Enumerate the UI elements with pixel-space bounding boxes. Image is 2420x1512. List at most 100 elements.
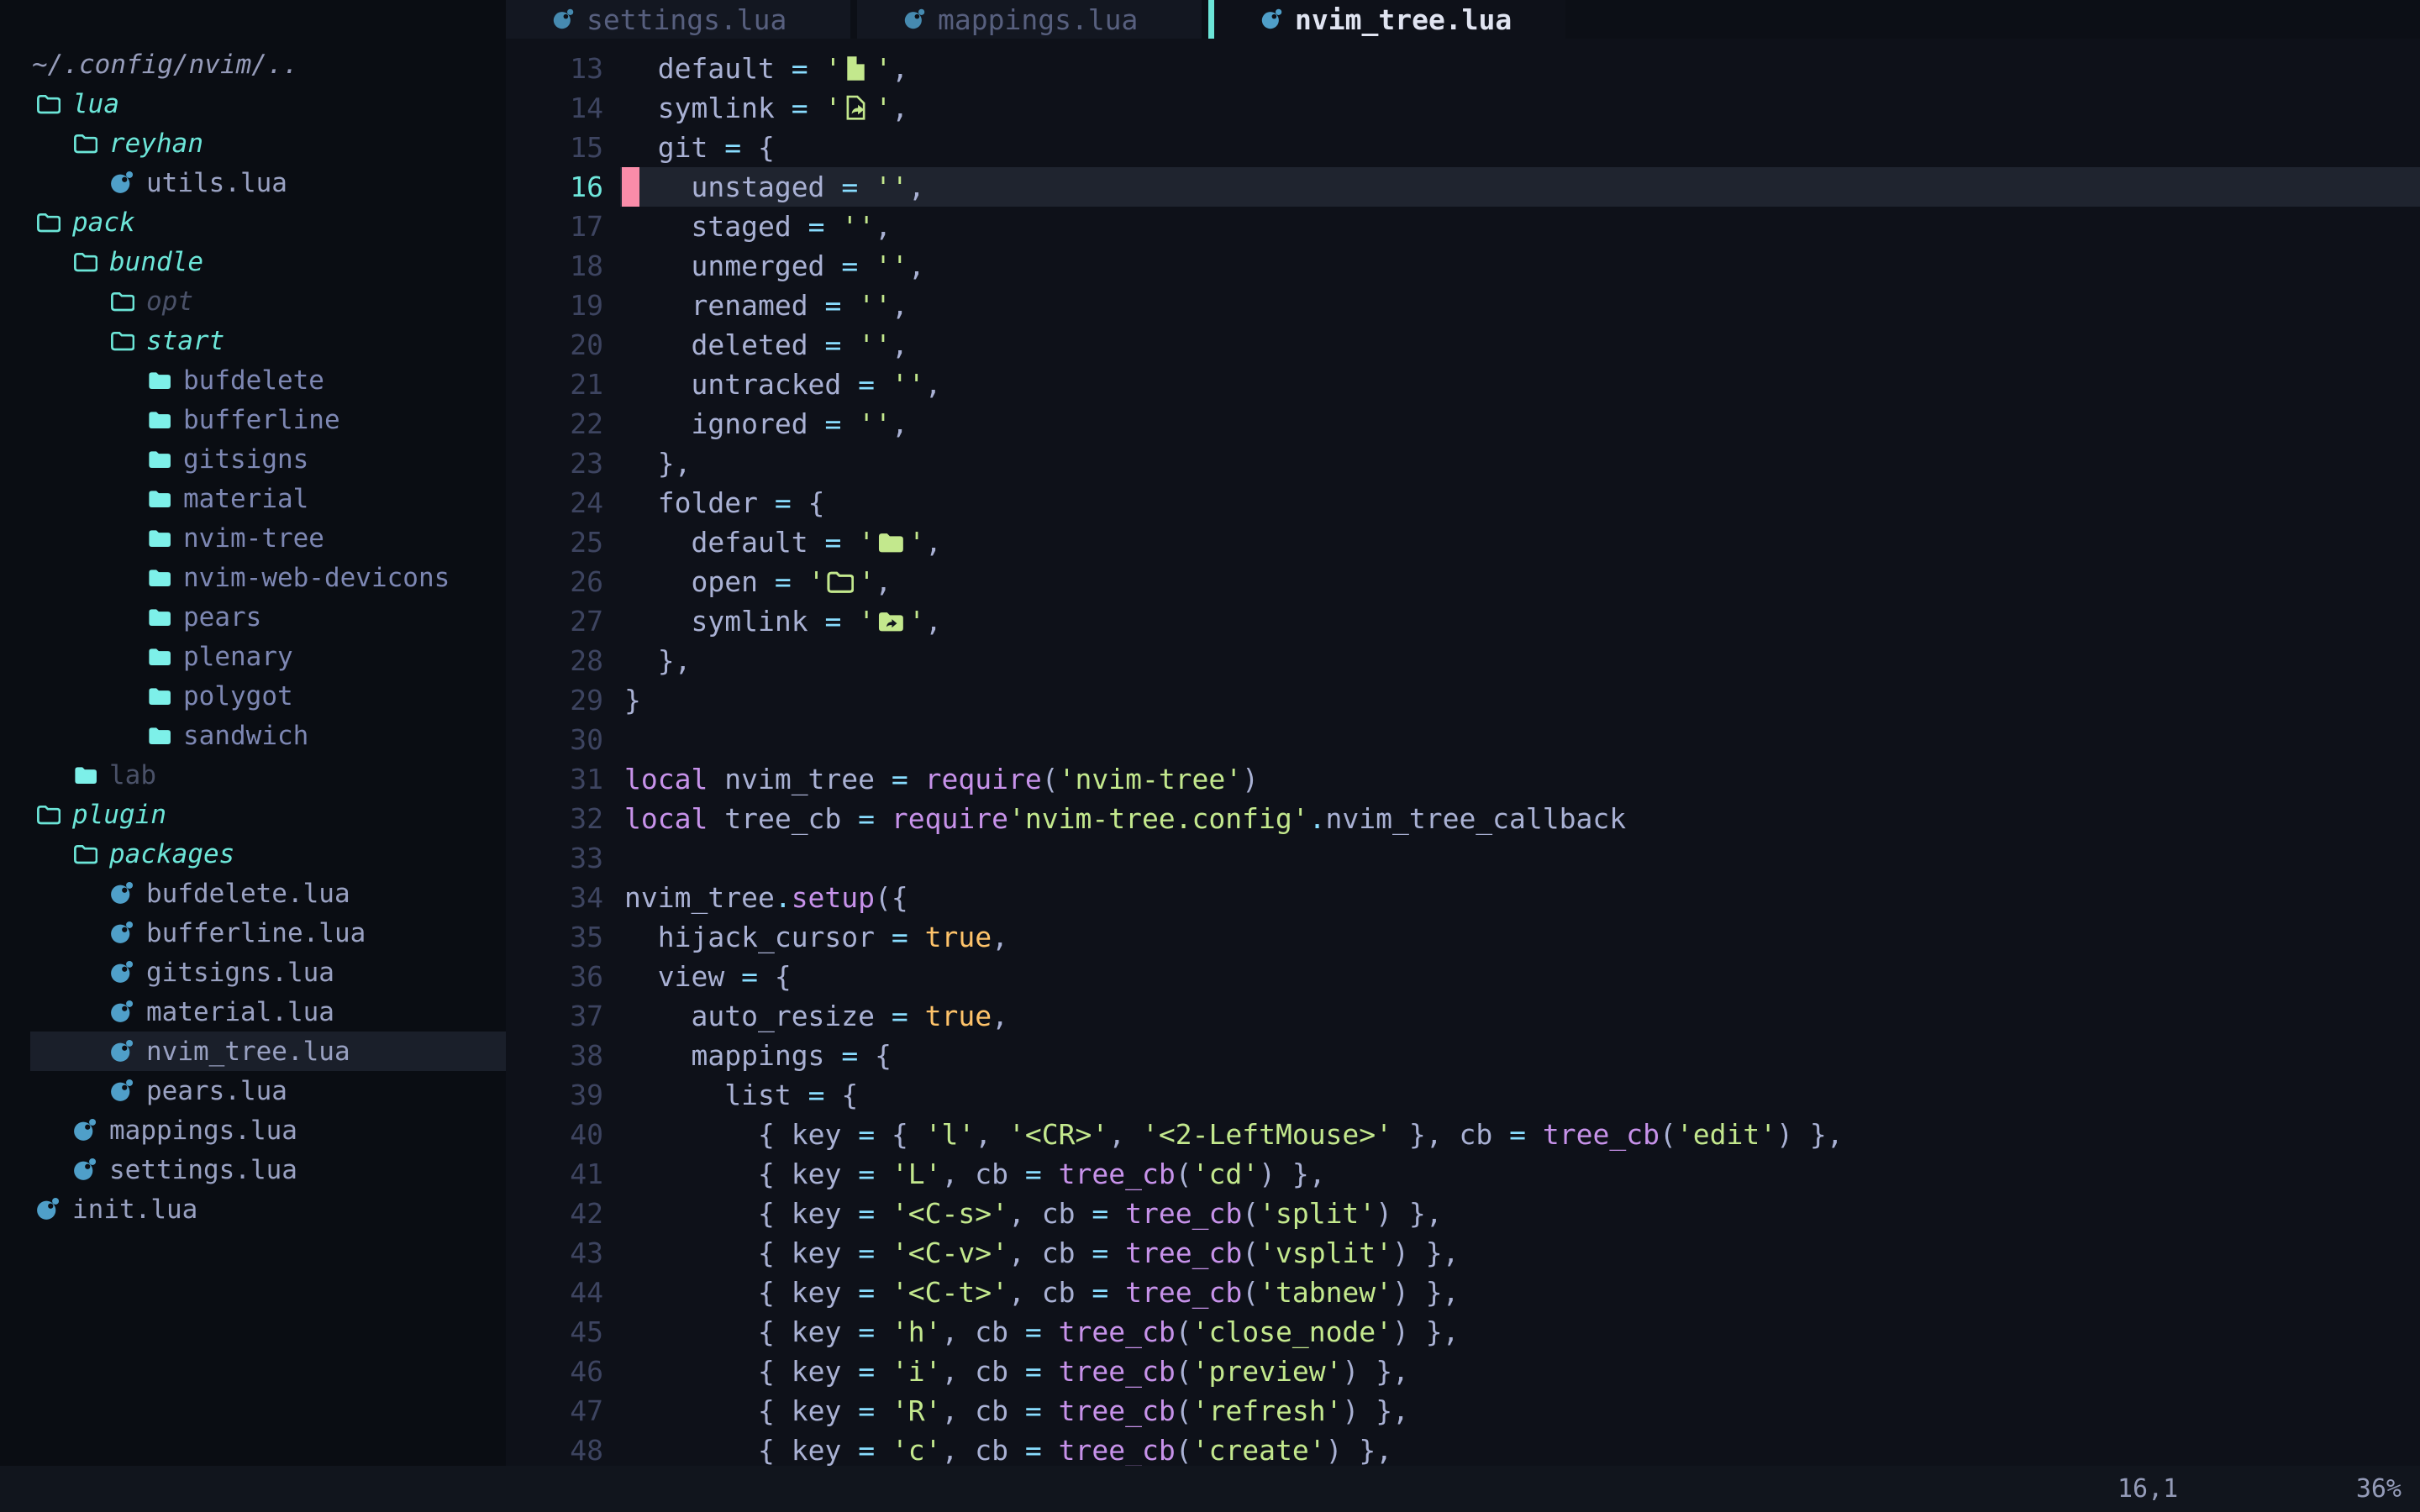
code-line-24[interactable]: 24 folder = { [506,483,2420,522]
line-number: 17 [506,207,603,246]
line-number: 42 [506,1194,603,1233]
tree-root-path[interactable]: ~/.config/nvim/.. [32,45,298,84]
line-number: 24 [506,483,603,522]
code-line-25[interactable]: 25 default = '', [506,522,2420,562]
code-line-36[interactable]: 36 view = { [506,957,2420,996]
lua-icon [106,168,136,198]
tab-settings.lua[interactable]: settings.lua [506,0,850,39]
tree-item-plenary[interactable]: plenary [143,637,293,676]
code-line-14[interactable]: 14 symlink = '', [506,88,2420,128]
line-number: 37 [506,996,603,1036]
code-line-20[interactable]: 20 deleted = '', [506,325,2420,365]
tree-item-bundle[interactable]: bundle [69,242,203,281]
tree-item-sandwich[interactable]: sandwich [143,716,308,755]
code-line-19[interactable]: 19 renamed = '', [506,286,2420,325]
code-line-32[interactable]: 32local tree_cb = require'nvim-tree.conf… [506,799,2420,838]
tree-item-lab[interactable]: lab [69,755,156,795]
tree-item-gitsigns[interactable]: gitsigns [143,439,308,479]
tree-item-bufdelete.lua[interactable]: bufdelete.lua [106,874,350,913]
tab-mappings.lua[interactable]: mappings.lua [857,0,1202,39]
tree-item-start[interactable]: start [106,321,224,360]
tree-item-lua[interactable]: lua [32,84,119,123]
tab-label: mappings.lua [938,3,1138,36]
tree-item-label: reyhan [109,129,203,159]
lua-icon [69,1116,99,1146]
tree-item-label: settings.lua [109,1155,297,1185]
tree-item-label: opt [146,286,193,317]
folder-open-icon [32,89,62,119]
line-number: 44 [506,1273,603,1312]
code-line-21[interactable]: 21 untracked = '', [506,365,2420,404]
line-number: 28 [506,641,603,680]
code-line-28[interactable]: 28 }, [506,641,2420,680]
code-line-35[interactable]: 35 hijack_cursor = true, [506,917,2420,957]
nvim-tree-panel[interactable]: ~/.config/nvim/..luareyhanutils.luapackb… [0,0,506,1466]
tree-item-nvim-web-devicons[interactable]: nvim-web-devicons [143,558,450,597]
code-line-13[interactable]: 13 default = '', [506,49,2420,88]
tab-nvim_tree.lua[interactable]: nvim_tree.lua [1214,0,1565,39]
tree-item-label: gitsigns.lua [146,958,334,988]
folder-closed-icon [143,602,173,633]
tree-item-reyhan[interactable]: reyhan [69,123,203,163]
line-number: 47 [506,1391,603,1431]
code-line-23[interactable]: 23 }, [506,444,2420,483]
code-line-29[interactable]: 29} [506,680,2420,720]
tree-item-material.lua[interactable]: material.lua [106,992,334,1032]
tree-item-bufferline.lua[interactable]: bufferline.lua [106,913,366,953]
code-line-34[interactable]: 34nvim_tree.setup({ [506,878,2420,917]
tree-item-packages[interactable]: packages [69,834,234,874]
tree-item-plugin[interactable]: plugin [32,795,166,834]
code-line-33[interactable]: 33 [506,838,2420,878]
tree-item-opt[interactable]: opt [106,281,193,321]
tree-item-pack[interactable]: pack [32,202,135,242]
code-line-46[interactable]: 46 { key = 'i', cb = tree_cb('preview') … [506,1352,2420,1391]
code-line-37[interactable]: 37 auto_resize = true, [506,996,2420,1036]
tree-item-pears.lua[interactable]: pears.lua [106,1071,287,1110]
code-line-41[interactable]: 41 { key = 'L', cb = tree_cb('cd') }, [506,1154,2420,1194]
tree-item-label: plenary [183,642,293,672]
code-line-26[interactable]: 26 open = '', [506,562,2420,601]
tree-item-polygot[interactable]: polygot [143,676,293,716]
tree-item-mappings.lua[interactable]: mappings.lua [69,1110,297,1150]
code-line-15[interactable]: 15 git = { [506,128,2420,167]
tree-item-label: nvim_tree.lua [146,1037,350,1067]
tree-item-bufferline[interactable]: bufferline [143,400,340,439]
code-line-44[interactable]: 44 { key = '<C-t>', cb = tree_cb('tabnew… [506,1273,2420,1312]
code-line-30[interactable]: 30 [506,720,2420,759]
code-line-47[interactable]: 47 { key = 'R', cb = tree_cb('refresh') … [506,1391,2420,1431]
tree-item-pears[interactable]: pears [143,597,261,637]
tree-item-nvim_tree.lua[interactable]: nvim_tree.lua [106,1032,350,1071]
code-line-17[interactable]: 17 staged = '', [506,207,2420,246]
tree-item-nvim-tree[interactable]: nvim-tree [143,518,324,558]
editor-buffer[interactable]: 13 default = '',14 symlink = '',15 git =… [506,39,2420,1466]
tree-item-init.lua[interactable]: init.lua [32,1189,197,1229]
tree-item-gitsigns.lua[interactable]: gitsigns.lua [106,953,334,992]
code-line-16[interactable]: 16 unstaged = '', [506,167,2420,207]
line-number: 32 [506,799,603,838]
code-line-22[interactable]: 22 ignored = '', [506,404,2420,444]
folder-open-glyph-icon [824,562,858,601]
tree-item-label: lab [109,760,156,790]
line-number: 46 [506,1352,603,1391]
line-number: 22 [506,404,603,444]
tree-item-material[interactable]: material [143,479,308,518]
tree-item-settings.lua[interactable]: settings.lua [69,1150,297,1189]
code-line-18[interactable]: 18 unmerged = '', [506,246,2420,286]
code-line-48[interactable]: 48 { key = 'c', cb = tree_cb('create') }… [506,1431,2420,1466]
folder-open-icon [69,247,99,277]
code-line-31[interactable]: 31local nvim_tree = require('nvim-tree') [506,759,2420,799]
folder-open-icon [106,286,136,317]
tree-item-label: packages [109,839,234,869]
code-line-45[interactable]: 45 { key = 'h', cb = tree_cb('close_node… [506,1312,2420,1352]
code-line-27[interactable]: 27 symlink = '', [506,601,2420,641]
code-line-43[interactable]: 43 { key = '<C-v>', cb = tree_cb('vsplit… [506,1233,2420,1273]
tree-item-utils.lua[interactable]: utils.lua [106,163,287,202]
code-line-38[interactable]: 38 mappings = { [506,1036,2420,1075]
folder-closed-icon [143,405,173,435]
tree-item-label: utils.lua [146,168,287,198]
tree-item-bufdelete[interactable]: bufdelete [143,360,324,400]
line-number: 36 [506,957,603,996]
code-line-42[interactable]: 42 { key = '<C-s>', cb = tree_cb('split'… [506,1194,2420,1233]
code-line-39[interactable]: 39 list = { [506,1075,2420,1115]
code-line-40[interactable]: 40 { key = { 'l', '<CR>', '<2-LeftMouse>… [506,1115,2420,1154]
